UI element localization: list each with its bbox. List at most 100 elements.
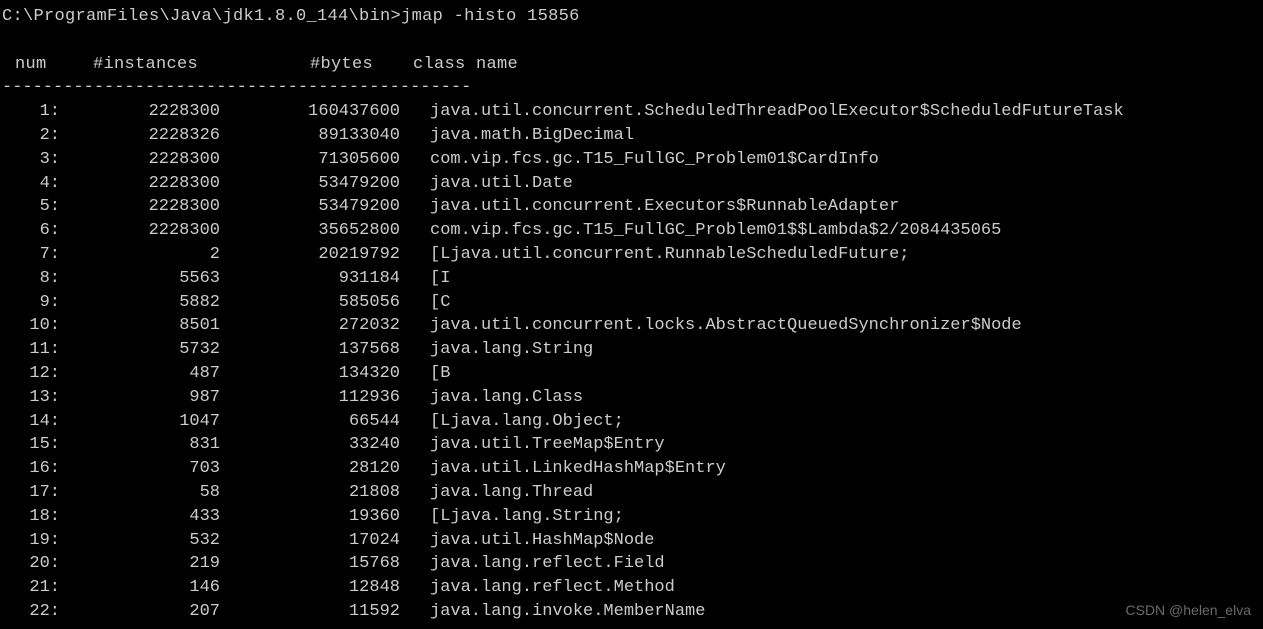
table-row: 10:8501272032java.util.concurrent.locks.… [0, 314, 1263, 338]
row-bytes: 160437600 [220, 100, 400, 124]
row-classname: com.vip.fcs.gc.T15_FullGC_Problem01$$Lam… [400, 219, 1001, 243]
row-classname: java.util.concurrent.Executors$RunnableA… [400, 195, 899, 219]
row-num: 11: [2, 338, 60, 362]
row-bytes: 28120 [220, 457, 400, 481]
table-row: 5:222830053479200java.util.concurrent.Ex… [0, 195, 1263, 219]
table-row: 3:222830071305600com.vip.fcs.gc.T15_Full… [0, 148, 1263, 172]
row-instances: 487 [60, 362, 220, 386]
row-classname: [Ljava.util.concurrent.RunnableScheduled… [400, 243, 909, 267]
row-instances: 703 [60, 457, 220, 481]
row-bytes: 19360 [220, 505, 400, 529]
row-num: 4: [2, 172, 60, 196]
row-bytes: 931184 [220, 267, 400, 291]
table-row: 8:5563931184[I [0, 267, 1263, 291]
row-num: 13: [2, 386, 60, 410]
table-row: 14:104766544[Ljava.lang.Object; [0, 410, 1263, 434]
row-classname: com.vip.fcs.gc.T15_FullGC_Problem01$Card… [400, 148, 879, 172]
table-row: 12:487134320[B [0, 362, 1263, 386]
row-bytes: 112936 [220, 386, 400, 410]
blank-line [0, 29, 1263, 53]
row-instances: 2228300 [60, 219, 220, 243]
row-num: 22: [2, 600, 60, 624]
row-bytes: 71305600 [220, 148, 400, 172]
row-instances: 5563 [60, 267, 220, 291]
row-classname: java.math.BigDecimal [400, 124, 634, 148]
row-instances: 207 [60, 600, 220, 624]
row-instances: 8501 [60, 314, 220, 338]
row-classname: java.util.concurrent.ScheduledThreadPool… [400, 100, 1124, 124]
row-classname: [B [400, 362, 450, 386]
row-num: 9: [2, 291, 60, 315]
table-row: 1:2228300160437600java.util.concurrent.S… [0, 100, 1263, 124]
watermark: CSDN @helen_elva [1126, 601, 1252, 621]
table-row: 13:987112936java.lang.Class [0, 386, 1263, 410]
table-row: 4:222830053479200java.util.Date [0, 172, 1263, 196]
row-bytes: 35652800 [220, 219, 400, 243]
row-num: 16: [2, 457, 60, 481]
row-bytes: 21808 [220, 481, 400, 505]
row-classname: java.lang.String [400, 338, 593, 362]
row-bytes: 134320 [220, 362, 400, 386]
row-num: 2: [2, 124, 60, 148]
row-classname: java.lang.reflect.Method [400, 576, 675, 600]
row-bytes: 66544 [220, 410, 400, 434]
row-classname: java.util.concurrent.locks.AbstractQueue… [400, 314, 1022, 338]
row-instances: 1047 [60, 410, 220, 434]
row-instances: 146 [60, 576, 220, 600]
histogram-header: num#instances#bytesclass name [0, 53, 1263, 77]
row-instances: 2228326 [60, 124, 220, 148]
row-bytes: 33240 [220, 433, 400, 457]
row-bytes: 272032 [220, 314, 400, 338]
row-num: 12: [2, 362, 60, 386]
command-prompt: C:\ProgramFiles\Java\jdk1.8.0_144\bin>jm… [0, 5, 1263, 29]
table-row: 20:21915768java.lang.reflect.Field [0, 552, 1263, 576]
row-num: 20: [2, 552, 60, 576]
table-row: 19:53217024java.util.HashMap$Node [0, 529, 1263, 553]
header-instances: #instances [53, 53, 208, 77]
row-instances: 532 [60, 529, 220, 553]
row-bytes: 89133040 [220, 124, 400, 148]
row-classname: java.lang.Class [400, 386, 583, 410]
row-bytes: 11592 [220, 600, 400, 624]
row-num: 1: [2, 100, 60, 124]
row-num: 21: [2, 576, 60, 600]
table-row: 11:5732137568java.lang.String [0, 338, 1263, 362]
table-row: 18:43319360[Ljava.lang.String; [0, 505, 1263, 529]
row-instances: 2228300 [60, 100, 220, 124]
row-bytes: 53479200 [220, 172, 400, 196]
row-num: 18: [2, 505, 60, 529]
table-row: 22:20711592java.lang.invoke.MemberName [0, 600, 1263, 624]
row-num: 15: [2, 433, 60, 457]
row-num: 17: [2, 481, 60, 505]
row-instances: 433 [60, 505, 220, 529]
row-classname: [I [400, 267, 450, 291]
row-bytes: 12848 [220, 576, 400, 600]
row-num: 8: [2, 267, 60, 291]
row-instances: 2228300 [60, 172, 220, 196]
row-bytes: 15768 [220, 552, 400, 576]
row-classname: [C [400, 291, 450, 315]
row-instances: 2 [60, 243, 220, 267]
row-instances: 219 [60, 552, 220, 576]
row-num: 6: [2, 219, 60, 243]
row-instances: 831 [60, 433, 220, 457]
row-instances: 2228300 [60, 195, 220, 219]
row-num: 7: [2, 243, 60, 267]
table-row: 16:70328120java.util.LinkedHashMap$Entry [0, 457, 1263, 481]
row-num: 19: [2, 529, 60, 553]
row-bytes: 17024 [220, 529, 400, 553]
row-num: 10: [2, 314, 60, 338]
table-row: 17:5821808java.lang.Thread [0, 481, 1263, 505]
row-instances: 58 [60, 481, 220, 505]
histogram-rows: 1:2228300160437600java.util.concurrent.S… [0, 100, 1263, 624]
row-classname: [Ljava.lang.String; [400, 505, 624, 529]
header-bytes: #bytes [208, 53, 393, 77]
row-classname: [Ljava.lang.Object; [400, 410, 624, 434]
row-bytes: 585056 [220, 291, 400, 315]
row-instances: 5882 [60, 291, 220, 315]
row-bytes: 137568 [220, 338, 400, 362]
row-instances: 987 [60, 386, 220, 410]
row-classname: java.lang.Thread [400, 481, 593, 505]
row-classname: java.util.LinkedHashMap$Entry [400, 457, 726, 481]
row-bytes: 20219792 [220, 243, 400, 267]
